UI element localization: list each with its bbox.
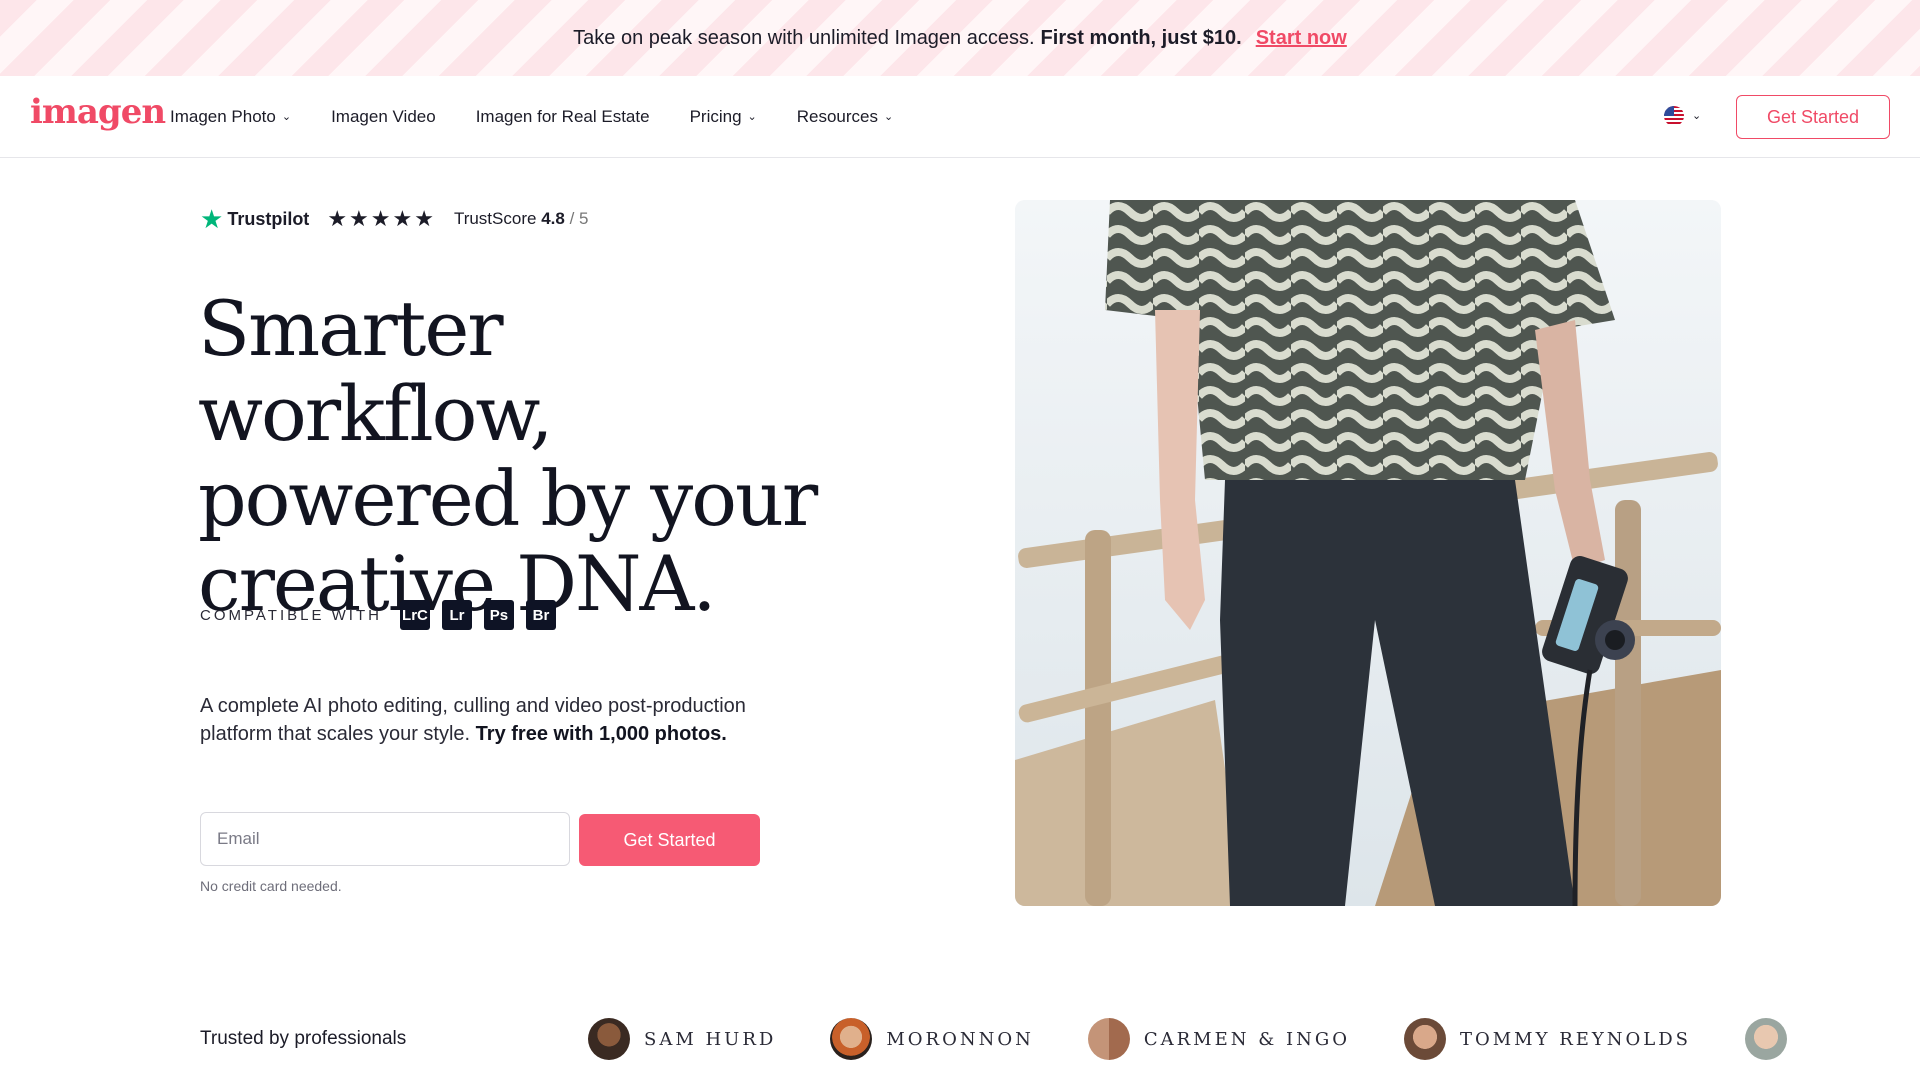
hero-image xyxy=(1015,200,1721,906)
headline-line-1: Smarter workflow, xyxy=(198,284,554,458)
professionals-list: SAM HURD MORONNON CARMEN & INGO TOMMY RE… xyxy=(588,1018,1841,1060)
nav-menu: Imagen Photo ⌄ Imagen Video Imagen for R… xyxy=(170,76,893,158)
headline-line-2: powered by your xyxy=(198,454,818,543)
trustscore: TrustScore 4.8 / 5 xyxy=(454,209,589,229)
pro-item[interactable]: CARMEN & INGO xyxy=(1087,1018,1350,1060)
compatible-label: COMPATIBLE WITH xyxy=(200,606,382,624)
nav-item-imagen-video[interactable]: Imagen Video xyxy=(331,107,436,127)
compatible-with: COMPATIBLE WITH LrC Lr Ps Br xyxy=(200,600,556,630)
lightroom-icon: Lr xyxy=(441,600,472,630)
top-nav: imagen Imagen Photo ⌄ Imagen Video Image… xyxy=(0,76,1920,158)
bridge-icon: Br xyxy=(525,600,556,630)
nav-item-imagen-photo[interactable]: Imagen Photo ⌄ xyxy=(170,107,291,127)
trustpilot-rating[interactable]: ★ Trustpilot ★★★★★ TrustScore 4.8 / 5 xyxy=(200,206,588,232)
trusted-label: Trusted by professionals xyxy=(200,1028,407,1049)
chevron-down-icon: ⌄ xyxy=(281,110,292,123)
no-credit-card-note: No credit card needed. xyxy=(200,878,342,894)
lightroom-classic-icon: LrC xyxy=(399,600,430,630)
avatar xyxy=(1403,1018,1446,1060)
pro-item[interactable]: MORONNON xyxy=(830,1018,1034,1060)
nav-item-label: Resources xyxy=(796,107,879,126)
hero-description: A complete AI photo editing, culling and… xyxy=(200,692,820,748)
nav-item-label: Imagen Photo xyxy=(170,107,276,126)
promo-text: Take on peak season with unlimited Image… xyxy=(573,26,1035,49)
nav-item-label: Pricing xyxy=(689,107,742,126)
nav-item-real-estate[interactable]: Imagen for Real Estate xyxy=(476,107,650,127)
chevron-down-icon: ⌄ xyxy=(1692,109,1702,122)
nav-item-label: Imagen Video xyxy=(331,107,436,126)
pro-item[interactable]: TOMMY REYNOLDS xyxy=(1403,1018,1691,1060)
nav-item-label: Imagen for Real Estate xyxy=(475,107,650,126)
trustscore-label: TrustScore xyxy=(453,209,537,228)
photographer-illustration xyxy=(1015,200,1721,906)
pro-name: TOMMY REYNOLDS xyxy=(1459,1028,1691,1050)
nav-get-started-button[interactable]: Get Started xyxy=(1736,95,1890,139)
pro-item[interactable] xyxy=(1745,1018,1787,1060)
trustscore-max: / 5 xyxy=(569,209,589,228)
pro-name: MORONNON xyxy=(886,1028,1034,1050)
description-bold: Try free with 1,000 photos. xyxy=(475,723,727,745)
chevron-down-icon: ⌄ xyxy=(747,110,757,123)
trustpilot-star-icon: ★ xyxy=(200,204,224,234)
language-selector[interactable]: ⌄ xyxy=(1664,106,1701,126)
trustpilot-brand: Trustpilot xyxy=(227,208,310,229)
pro-name: CARMEN & INGO xyxy=(1143,1028,1350,1050)
rating-stars-icon: ★★★★★ xyxy=(327,206,436,231)
nav-item-resources[interactable]: Resources ⌄ xyxy=(797,107,893,127)
hero-headline: Smarter workflow, powered by your creati… xyxy=(198,286,838,626)
us-flag-icon xyxy=(1664,106,1684,126)
avatar xyxy=(830,1018,873,1060)
pro-name: SAM HURD xyxy=(644,1028,777,1050)
avatar xyxy=(1087,1018,1130,1060)
avatar xyxy=(588,1018,630,1060)
hero-get-started-button[interactable]: Get Started xyxy=(579,814,760,866)
trustscore-value: 4.8 xyxy=(541,209,565,228)
email-field[interactable] xyxy=(200,812,570,866)
promo-start-now-link[interactable]: Start now xyxy=(1256,27,1347,50)
photoshop-icon: Ps xyxy=(483,600,514,630)
nav-item-pricing[interactable]: Pricing ⌄ xyxy=(690,107,757,127)
avatar xyxy=(1745,1018,1787,1060)
promo-banner: Take on peak season with unlimited Image… xyxy=(0,0,1920,76)
pro-item[interactable]: SAM HURD xyxy=(588,1018,776,1060)
chevron-down-icon: ⌄ xyxy=(884,110,894,123)
imagen-logo[interactable]: imagen xyxy=(30,92,166,132)
trustpilot-logo: ★ Trustpilot xyxy=(200,206,309,232)
promo-highlight: First month, just $10. xyxy=(1040,26,1242,49)
